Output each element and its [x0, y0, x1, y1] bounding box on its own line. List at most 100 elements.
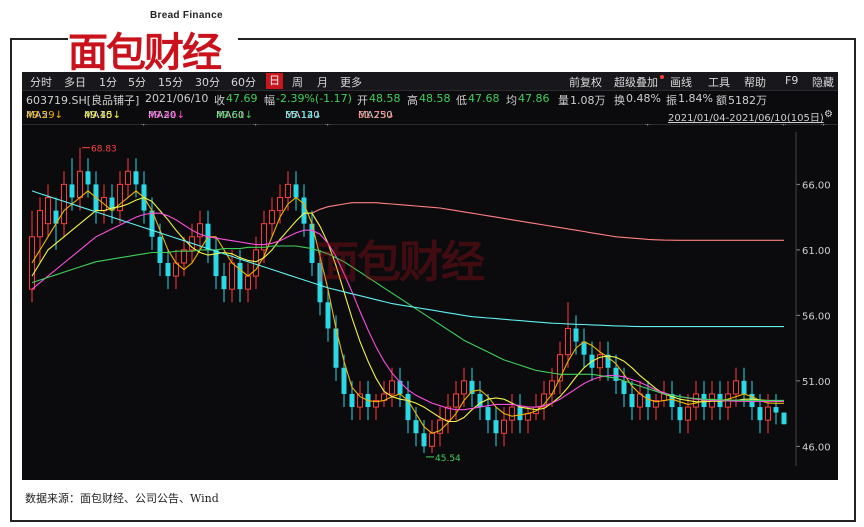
candle-body [45, 196, 51, 225]
ma-legend-row: MA5 49.29↓ MA10 49.45↓ MA20 49.44↓ MA60 … [22, 108, 838, 125]
tab-monthly[interactable]: 月 [317, 74, 328, 90]
candle-body [293, 184, 299, 198]
candle-body [389, 380, 395, 395]
low-value: 47.68 [468, 92, 500, 105]
candle-body [229, 262, 235, 290]
candle-body [301, 197, 307, 224]
overlay-label: 叠加 [636, 76, 658, 89]
adjust-button[interactable]: 前复权 [569, 74, 602, 90]
help-button[interactable]: 帮助 [744, 74, 766, 90]
frame-left-line [10, 38, 12, 522]
candle-body [37, 210, 43, 238]
candle-body [637, 393, 643, 408]
candle-body [221, 276, 227, 290]
candle-body [125, 170, 131, 185]
close-label: 收 [214, 94, 225, 107]
y-tick-label: 66.00 [802, 180, 831, 191]
tab-multiday[interactable]: 多日 [64, 74, 86, 90]
overlay-active-dot [660, 75, 664, 79]
low-annotation: 45.54 [435, 454, 461, 464]
candle-body [285, 183, 291, 198]
frame-top-right-line [238, 38, 856, 40]
overlay-prefix: 超级 [614, 76, 636, 89]
avg-label: 均 [506, 94, 517, 107]
hide-button[interactable]: 隐藏 [812, 74, 834, 90]
candle-body [85, 171, 91, 185]
turnover-value: 0.48% [626, 92, 661, 105]
candle-body [493, 420, 499, 434]
ma10-value: 49.45↓ [84, 110, 122, 121]
tab-weekly[interactable]: 周 [292, 74, 303, 90]
tab-15min[interactable]: 15分 [158, 74, 183, 90]
turnover-label: 换 [614, 94, 625, 107]
candle-body [77, 170, 83, 198]
candle-body [509, 406, 515, 421]
change-label: 幅 [264, 94, 275, 107]
amount-value: 5182万 [728, 94, 767, 107]
candle-body [693, 393, 699, 408]
draw-button[interactable]: 画线 [670, 74, 692, 90]
overlay-button[interactable]: 超级叠加 [614, 74, 658, 90]
quote-row: 603719.SH[良品铺子] 2021/06/10 收 47.69 幅 -2.… [22, 91, 838, 107]
stock-code-name: 603719.SH[良品铺子] [26, 94, 140, 107]
avg-value: 47.86 [518, 92, 550, 105]
low-label: 低 [456, 94, 467, 107]
date-range[interactable]: 2021/01/04-2021/06/10(105日) [668, 109, 824, 124]
high-value: 48.58 [419, 92, 451, 105]
data-source: 数据来源：面包财经、公司公告、Wind [25, 492, 219, 505]
candle-body [733, 380, 739, 395]
frame-right-line [854, 38, 856, 522]
close-value: 47.69 [226, 92, 258, 105]
tab-intraday[interactable]: 分时 [30, 74, 52, 90]
quote-date: 2021/06/10 [145, 92, 209, 105]
tab-30min[interactable]: 30分 [195, 74, 220, 90]
y-tick-label: 61.00 [802, 246, 831, 257]
candle-body [181, 249, 187, 264]
candle-body [325, 302, 331, 329]
candle-body [69, 184, 75, 198]
frame-bottom-line [10, 520, 856, 522]
ma120-value: 55.14↓ [285, 110, 323, 121]
logo: Bread Finance 面包财经 [68, 6, 238, 76]
candle-body [549, 380, 555, 395]
period-toolbar: 分时 多日 1分 5分 15分 30分 60分 日 周 月 更多 前复权 超级叠… [22, 72, 838, 91]
ma20-value: 49.44↓ [148, 110, 186, 121]
change-value: -2.39%(-1.17) [276, 92, 352, 105]
candle-body [501, 419, 507, 434]
tab-1min[interactable]: 1分 [99, 74, 117, 90]
amount-label: 额 [716, 94, 727, 107]
amplitude-label: 振 [666, 94, 677, 107]
candle-body [133, 171, 139, 185]
star-marker: * [781, 124, 786, 131]
settings-gear-icon[interactable]: ⚙ [824, 109, 833, 120]
watermark: 面包财经 [315, 237, 485, 288]
candle-body [405, 393, 411, 421]
high-label: 高 [407, 94, 418, 107]
candle-body [525, 413, 531, 421]
candle-body [253, 249, 259, 277]
candle-body [573, 328, 579, 342]
candle-body [621, 380, 627, 394]
candle-body [773, 407, 779, 413]
y-tick-label: 46.00 [802, 442, 831, 453]
y-tick-label: 56.00 [802, 311, 831, 322]
tools-button[interactable]: 工具 [708, 74, 730, 90]
candle-body [245, 275, 251, 290]
candle-body [757, 407, 763, 421]
tab-daily[interactable]: 日 [266, 73, 283, 89]
tab-more[interactable]: 更多 [340, 74, 362, 90]
ma5-value: 49.29↓ [26, 110, 64, 121]
tab-60min[interactable]: 60分 [231, 74, 256, 90]
star-marker: * [141, 124, 146, 131]
logo-chinese: 面包财经 [68, 30, 222, 76]
candle-body [645, 393, 651, 408]
y-tick-label: 51.00 [802, 377, 831, 388]
open-value: 48.58 [369, 92, 401, 105]
candle-body [765, 406, 771, 421]
star-marker: * [645, 124, 650, 131]
f9-button[interactable]: F9 [785, 74, 798, 87]
tab-5min[interactable]: 5分 [128, 74, 146, 90]
candle-body [413, 420, 419, 434]
candle-body [565, 327, 571, 356]
candle-body [429, 432, 435, 447]
